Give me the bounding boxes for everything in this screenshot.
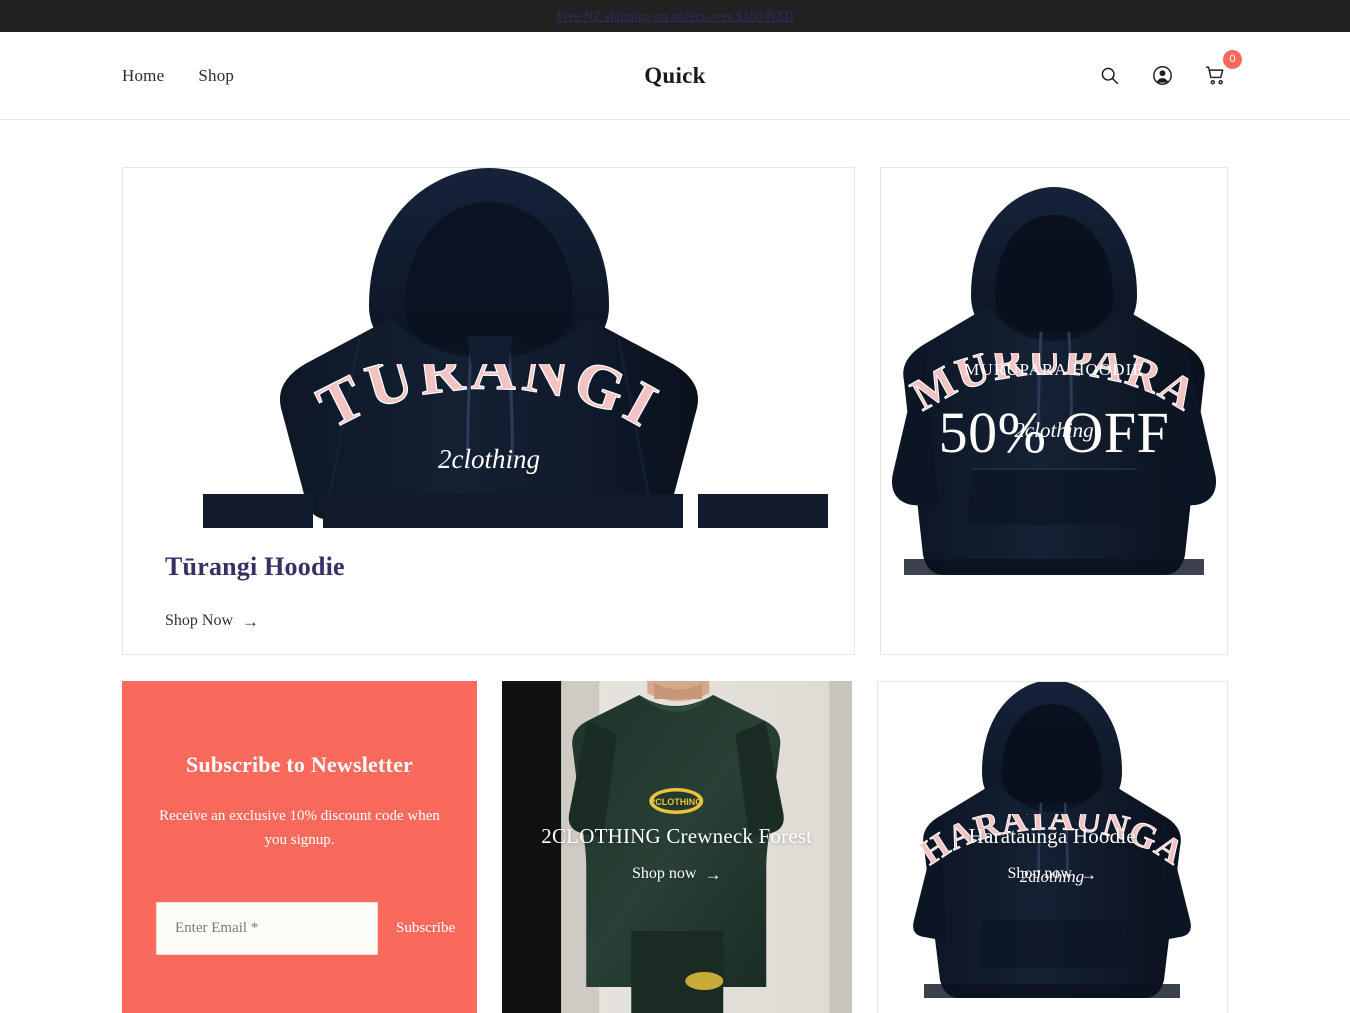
arrow-right-icon: → (704, 864, 722, 884)
crewneck-overlay: 2CLOTHING Crewneck Forest Shop now → (502, 681, 852, 1013)
hero-title: Tūrangi Hoodie (165, 552, 345, 581)
newsletter-card: Subscribe to Newsletter Receive an exclu… (122, 681, 477, 1013)
hero-text-block: Tūrangi Hoodie Shop Now → (123, 528, 854, 630)
top-row: TŪRANGI 2clothing Tūrangi Hoodie Shop No… (122, 167, 1228, 655)
announcement-bar: Free NZ shipping on orders over $150 NZD (0, 0, 1350, 32)
account-icon[interactable] (1149, 63, 1175, 89)
arrow-right-icon: → (242, 611, 260, 631)
cart-icon[interactable]: 0 (1202, 49, 1242, 89)
newsletter-subtitle: Receive an exclusive 10% discount code w… (159, 807, 440, 848)
card-harataunga[interactable]: HARATAUNGA 2clothing Harataunga Hoodie S… (876, 681, 1228, 1013)
harataunga-title: Harataunga Hoodie (968, 824, 1136, 848)
cart-count-badge: 0 (1223, 49, 1242, 69)
harataunga-cta-label: Shop now (1007, 865, 1072, 882)
page-content: TŪRANGI 2clothing Tūrangi Hoodie Shop No… (0, 120, 1350, 1013)
promo-headline: 50% OFF (938, 400, 1170, 465)
harataunga-shop-now-link[interactable]: Shop now → (1008, 865, 1097, 883)
nav-item-shop[interactable]: Shop (198, 66, 234, 86)
site-header: Home Shop Quick 0 (0, 32, 1350, 120)
announcement-link[interactable]: Free NZ shipping on orders over $150 NZD (556, 8, 793, 24)
newsletter-title: Subscribe to Newsletter (186, 751, 413, 777)
hero-card[interactable]: TŪRANGI 2clothing Tūrangi Hoodie Shop No… (122, 167, 855, 655)
crewneck-shop-now-link[interactable]: Shop now → (632, 865, 721, 883)
search-icon[interactable] (1096, 63, 1122, 89)
crewneck-cta-label: Shop now (632, 865, 697, 882)
subscribe-button[interactable]: Subscribe (378, 920, 455, 937)
primary-nav: Home Shop (122, 66, 234, 86)
hero-shop-now-link[interactable]: Shop Now → (165, 612, 259, 630)
promo-overlay: MURUPARA HOODIE 50% OFF (881, 168, 1227, 654)
nav-item-home[interactable]: Home (122, 66, 164, 86)
promo-card[interactable]: MURUPARA 2clothing MURUPARA HOODIE 50% O… (880, 167, 1228, 655)
promo-kicker: MURUPARA HOODIE (964, 360, 1144, 379)
email-input[interactable] (156, 902, 378, 956)
hero-cta-label: Shop Now (165, 612, 234, 629)
harataunga-overlay: Harataunga Hoodie Shop now → (878, 682, 1228, 1013)
crewneck-title: 2CLOTHING Crewneck Forest (541, 824, 813, 848)
card-crewneck[interactable]: 2CLOTHING 2CLOTHING Crewneck Forest Shop… (502, 681, 852, 1013)
header-actions: 0 (1096, 49, 1242, 89)
arrow-right-icon: → (1079, 864, 1097, 884)
hero-next-slide-peek (123, 486, 854, 528)
hoodie-illustration (209, 168, 769, 528)
hero-image: TŪRANGI 2clothing (123, 168, 854, 528)
bottom-row: Subscribe to Newsletter Receive an exclu… (122, 681, 1228, 1013)
newsletter-form: Subscribe (156, 902, 455, 956)
